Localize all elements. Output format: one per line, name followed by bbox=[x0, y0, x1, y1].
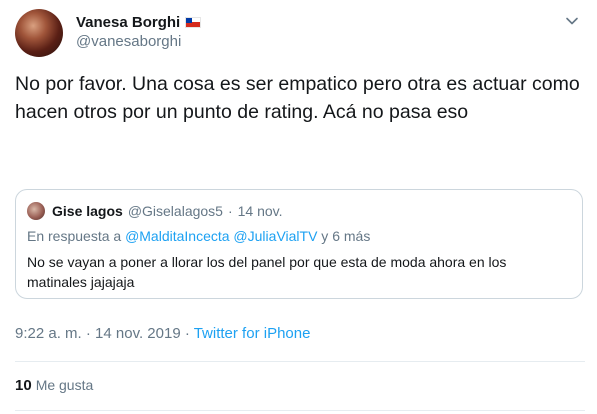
tweet-text: No por favor. Una cosa es ser empatico p… bbox=[15, 73, 580, 123]
quoted-author-handle: @Giselalagos5 bbox=[127, 203, 223, 219]
chevron-down-icon[interactable] bbox=[565, 14, 579, 28]
author-display-name[interactable]: Vanesa Borghi bbox=[76, 14, 180, 31]
chile-flag-icon bbox=[185, 16, 202, 28]
divider bbox=[15, 361, 585, 362]
quoted-tweet-header: Gise lagos @Giselalagos5 · 14 nov. bbox=[27, 202, 283, 220]
author-avatar[interactable] bbox=[15, 9, 63, 57]
author-block: Vanesa Borghi @vanesaborghi bbox=[76, 12, 202, 50]
reply-mentions-link[interactable]: @MalditaIncecta @JuliaVialTV bbox=[125, 228, 317, 244]
tweet-metadata: 9:22 a. m. · 14 nov. 2019 · Twitter for … bbox=[15, 325, 310, 342]
quoted-tweet-text: No se vayan a poner a llorar los del pan… bbox=[27, 254, 507, 290]
divider bbox=[15, 410, 585, 411]
author-handle[interactable]: @vanesaborghi bbox=[76, 33, 201, 50]
reply-prefix: En respuesta a bbox=[27, 228, 126, 244]
tweet-stats[interactable]: 10 Me gusta bbox=[15, 377, 93, 394]
quoted-tweet-card[interactable]: Gise lagos @Giselalagos5 · 14 nov. En re… bbox=[15, 189, 583, 299]
quoted-author-name: Gise lagos bbox=[52, 203, 123, 219]
separator-dot: · bbox=[227, 203, 233, 219]
likes-label: Me gusta bbox=[35, 377, 94, 393]
tweet-source-link[interactable]: Twitter for iPhone bbox=[194, 325, 311, 342]
likes-count: 10 bbox=[15, 377, 32, 394]
author-name-row: Vanesa Borghi bbox=[76, 12, 202, 32]
reply-context: En respuesta a @MalditaIncecta @JuliaVia… bbox=[27, 228, 370, 244]
tweet-timestamp[interactable]: 9:22 a. m. · 14 nov. 2019 · bbox=[15, 325, 194, 342]
quoted-author-avatar bbox=[27, 202, 45, 220]
reply-suffix: y 6 más bbox=[317, 228, 371, 244]
quoted-tweet-date: 14 nov. bbox=[237, 203, 283, 219]
